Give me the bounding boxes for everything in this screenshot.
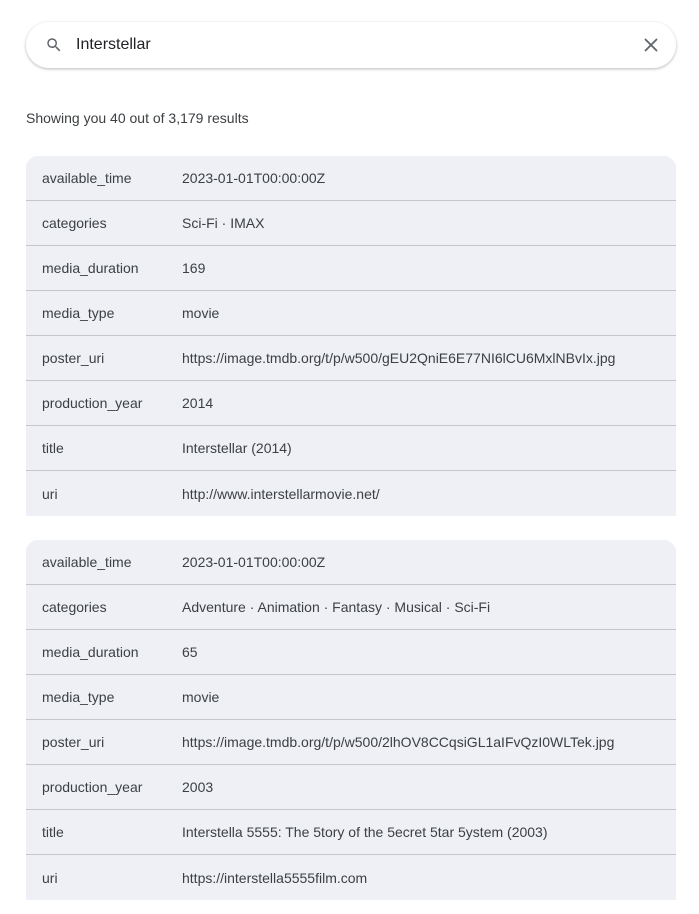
field-value: http://www.interstellarmovie.net/	[182, 485, 380, 502]
field-key: media_type	[42, 305, 115, 321]
results-count: Showing you 40 out of 3,179 results	[26, 110, 249, 126]
result-card: available_time 2023-01-01T00:00:00Z cate…	[26, 156, 676, 516]
field-key: production_year	[42, 779, 143, 795]
field-key: categories	[42, 215, 107, 231]
field-value: Interstellar (2014)	[182, 440, 292, 456]
field-key: poster_uri	[42, 734, 105, 750]
table-row: media_duration 65	[26, 630, 676, 675]
table-row: available_time 2023-01-01T00:00:00Z	[26, 540, 676, 585]
close-icon[interactable]	[644, 38, 658, 52]
table-row: title Interstellar (2014)	[26, 426, 676, 471]
table-row: title Interstella 5555: The 5tory of the…	[26, 810, 676, 855]
field-key: title	[42, 824, 64, 840]
table-row: media_type movie	[26, 675, 676, 720]
search-icon	[47, 38, 61, 52]
table-row: media_duration 169	[26, 246, 676, 291]
field-value: Sci-Fi · IMAX	[182, 215, 265, 231]
table-row: poster_uri https://image.tmdb.org/t/p/w5…	[26, 336, 676, 381]
search-input[interactable]	[76, 22, 616, 68]
table-row: production_year 2003	[26, 765, 676, 810]
search-bar[interactable]	[26, 22, 676, 68]
field-key: production_year	[42, 395, 143, 411]
table-row: poster_uri https://image.tmdb.org/t/p/w5…	[26, 720, 676, 765]
table-row: available_time 2023-01-01T00:00:00Z	[26, 156, 676, 201]
field-key: media_duration	[42, 260, 139, 276]
field-key: poster_uri	[42, 350, 105, 366]
field-value: 2003	[182, 779, 214, 795]
table-row: media_type movie	[26, 291, 676, 336]
search-results-page: Showing you 40 out of 3,179 results avai…	[0, 0, 699, 914]
field-value: 65	[182, 644, 198, 660]
field-key: uri	[42, 869, 58, 886]
table-row: uri http://www.interstellarmovie.net/	[26, 471, 676, 516]
field-key: media_duration	[42, 644, 139, 660]
table-row: uri https://interstella5555film.com	[26, 855, 676, 900]
table-row: categories Adventure · Animation · Fanta…	[26, 585, 676, 630]
field-key: uri	[42, 485, 58, 502]
field-key: available_time	[42, 554, 132, 570]
field-value: 169	[182, 260, 206, 276]
table-row: categories Sci-Fi · IMAX	[26, 201, 676, 246]
field-value: https://image.tmdb.org/t/p/w500/2lhOV8CC…	[182, 734, 615, 750]
field-key: media_type	[42, 689, 115, 705]
field-value: https://image.tmdb.org/t/p/w500/gEU2QniE…	[182, 350, 616, 366]
field-value: 2023-01-01T00:00:00Z	[182, 554, 326, 570]
table-row: production_year 2014	[26, 381, 676, 426]
field-value: movie	[182, 305, 220, 321]
field-value: https://interstella5555film.com	[182, 869, 368, 886]
field-value: Adventure · Animation · Fantasy · Musica…	[182, 599, 491, 615]
field-key: title	[42, 440, 64, 456]
field-value: 2023-01-01T00:00:00Z	[182, 170, 326, 186]
field-key: available_time	[42, 170, 132, 186]
result-card: available_time 2023-01-01T00:00:00Z cate…	[26, 540, 676, 900]
field-value: movie	[182, 689, 220, 705]
field-value: Interstella 5555: The 5tory of the 5ecre…	[182, 824, 548, 840]
field-key: categories	[42, 599, 107, 615]
field-value: 2014	[182, 395, 214, 411]
